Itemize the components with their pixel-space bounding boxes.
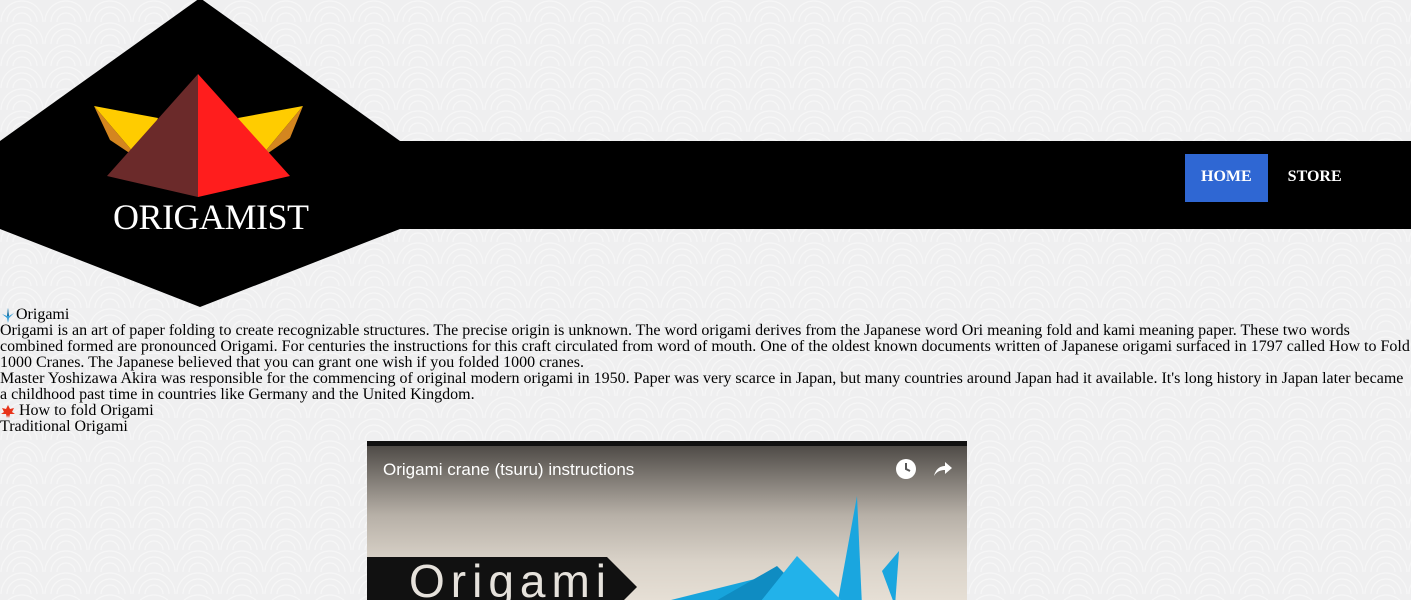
nav-store[interactable]: STORE — [1268, 154, 1362, 202]
origami-paragraph-2: Master Yoshizawa Akira was responsible f… — [0, 370, 1404, 403]
brand-name[interactable]: ORIGAMIST — [113, 196, 323, 238]
origami-paragraph-1: Origami is an art of paper folding to cr… — [0, 322, 1410, 371]
main-content: Origami Origami is an art of paper foldi… — [0, 307, 1411, 435]
section-howto-heading: How to fold Origami — [0, 403, 1411, 419]
video-title[interactable]: Origami crane (tsuru) instructions — [383, 460, 634, 480]
section-origami-title: Origami — [16, 306, 70, 323]
crane-image — [671, 496, 899, 600]
section-howto-title: How to fold Origami — [19, 402, 154, 419]
video-controls — [895, 458, 953, 480]
logo[interactable] — [0, 0, 400, 310]
section-howto-subtitle: Traditional Origami — [0, 418, 128, 435]
main-nav: HOME STORE — [1185, 154, 1362, 202]
share-icon[interactable] — [931, 458, 953, 480]
crane-icon — [2, 308, 14, 323]
video-player[interactable]: Origami crane (tsuru) instructions Origa… — [367, 441, 967, 600]
clock-icon[interactable] — [895, 458, 917, 480]
section-origami-heading: Origami — [0, 307, 1411, 323]
video-banner-text: Origami — [409, 555, 613, 600]
maple-leaf-icon — [1, 405, 15, 418]
nav-home[interactable]: HOME — [1185, 154, 1268, 202]
